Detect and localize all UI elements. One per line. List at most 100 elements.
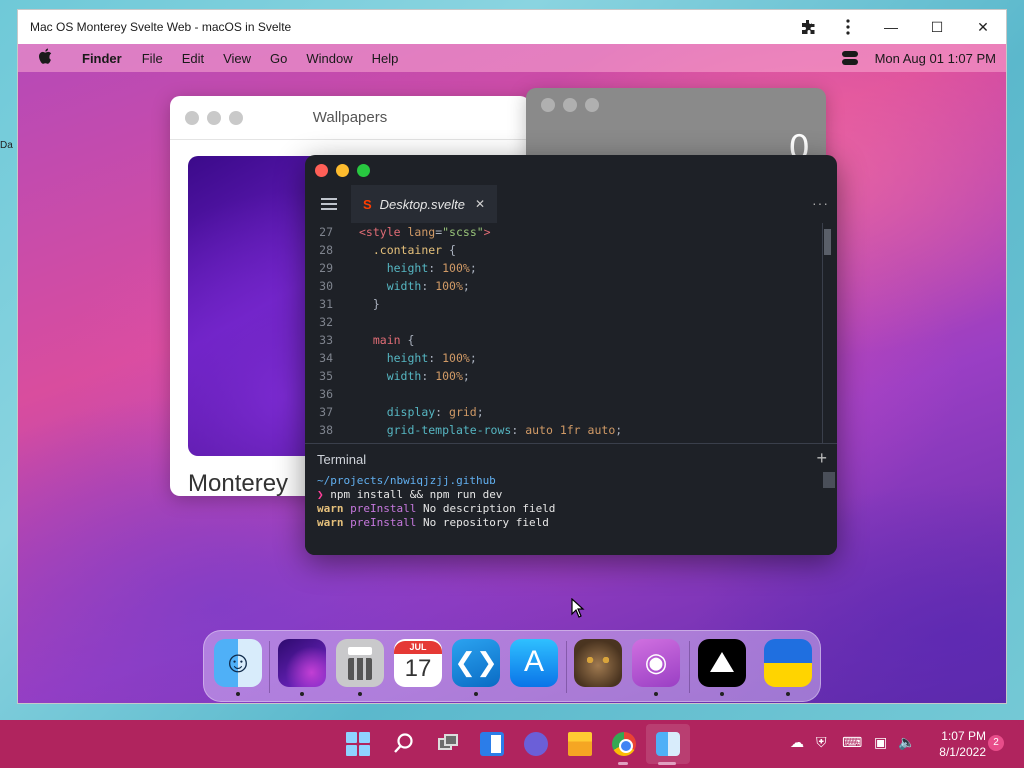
terminal-header: Terminal +	[305, 444, 837, 474]
zoom-dot-icon[interactable]	[585, 98, 599, 112]
apple-menu-icon[interactable]	[38, 48, 62, 68]
puzzle-icon[interactable]	[788, 10, 828, 44]
code-line[interactable]: 29 height: 100%;	[305, 259, 837, 277]
browser-window: Mac OS Monterey Svelte Web - macOS in Sv…	[18, 10, 1006, 703]
search-icon[interactable]	[392, 732, 416, 756]
terminal-panel[interactable]: Terminal + ~/projects/nbwiqjzjj.github ❯…	[305, 443, 837, 555]
dock-separator	[566, 641, 567, 693]
wallpapers-titlebar[interactable]: Wallpapers	[170, 96, 530, 140]
line-number: 30	[319, 279, 333, 293]
dock-finder-icon[interactable]: ☺	[214, 639, 262, 687]
dock-wallpapers-icon[interactable]	[278, 639, 326, 687]
menu-file[interactable]: File	[142, 51, 163, 66]
code-line[interactable]: 33 main {	[305, 331, 837, 349]
dock-vercel-icon[interactable]	[698, 639, 746, 687]
hamburger-menu-icon[interactable]	[321, 195, 337, 213]
dock-vscode-icon[interactable]: ❮❯	[452, 639, 500, 687]
running-indicator	[658, 762, 676, 765]
line-number: 29	[319, 261, 333, 275]
line-number: 33	[319, 333, 333, 347]
macos-app-icon[interactable]	[656, 732, 680, 756]
chrome-icon[interactable]	[612, 732, 636, 756]
code-text: width: 100%;	[386, 369, 470, 383]
dock-separator	[689, 641, 690, 693]
code-line[interactable]: 28 .container {	[305, 241, 837, 259]
dock-ukraine-flag-icon[interactable]	[764, 639, 812, 687]
more-icon[interactable]: ···	[812, 195, 829, 211]
menu-view[interactable]: View	[223, 51, 251, 66]
vscode-titlebar[interactable]	[305, 155, 837, 185]
code-line[interactable]: 30 width: 100%;	[305, 277, 837, 295]
running-indicator	[654, 692, 658, 696]
dock-separator	[269, 641, 270, 693]
dock-app-store-icon[interactable]: A	[510, 639, 558, 687]
dock: ☺ JUL 17 ❮❯ A ◉	[203, 630, 821, 702]
menu-edit[interactable]: Edit	[182, 51, 204, 66]
task-view-icon[interactable]	[436, 732, 460, 756]
code-line[interactable]: 27 <style lang="scss">	[305, 223, 837, 241]
host-desktop-icon[interactable]: Da	[0, 140, 18, 166]
line-number: 35	[319, 369, 333, 383]
close-dot-icon[interactable]	[541, 98, 555, 112]
defender-shield-icon[interactable]: ⛨	[816, 734, 827, 751]
minimize-dot-icon[interactable]	[563, 98, 577, 112]
editor-scrollbar[interactable]	[824, 229, 831, 255]
zoom-dot-icon[interactable]	[357, 163, 370, 177]
menu-go[interactable]: Go	[270, 51, 287, 66]
menubar: Finder File Edit View Go Window Help Mon…	[18, 44, 1006, 72]
close-icon[interactable]: ✕	[475, 197, 485, 211]
keyboard-icon[interactable]: ⌨	[842, 734, 862, 751]
widgets-icon[interactable]	[480, 732, 504, 756]
macos-desktop[interactable]: Finder File Edit View Go Window Help Mon…	[18, 44, 1006, 703]
menubar-clock[interactable]: Mon Aug 01 1:07 PM	[875, 51, 996, 66]
windows-start-icon[interactable]	[346, 732, 370, 756]
line-number: 38	[319, 423, 333, 437]
code-line[interactable]: 32	[305, 313, 837, 331]
display-icon[interactable]: ▣	[874, 734, 887, 751]
notification-badge[interactable]: 2	[988, 735, 1004, 751]
code-line[interactable]: 37 display: grid;	[305, 403, 837, 421]
code-text: width: 100%;	[386, 279, 470, 293]
plus-icon[interactable]: +	[816, 448, 827, 469]
running-indicator	[236, 692, 240, 696]
dock-calendar-icon[interactable]: JUL 17	[394, 639, 442, 687]
terminal-scrollbar[interactable]	[823, 472, 835, 488]
volume-icon[interactable]: 🔈	[898, 734, 915, 751]
file-explorer-icon[interactable]	[568, 732, 592, 756]
network-cloud-icon[interactable]: ☁	[790, 734, 804, 751]
menu-window[interactable]: Window	[306, 51, 352, 66]
dock-cat-photo-icon[interactable]	[574, 639, 622, 687]
dock-calculator-icon[interactable]	[336, 639, 384, 687]
menu-finder[interactable]: Finder	[82, 51, 122, 66]
mouse-cursor-icon	[571, 598, 585, 618]
minimize-button[interactable]: —	[868, 10, 914, 44]
code-line[interactable]: 31 }	[305, 295, 837, 313]
running-indicator	[720, 692, 724, 696]
code-line[interactable]: 38 grid-template-rows: auto 1fr auto;	[305, 421, 837, 439]
line-number: 32	[319, 315, 333, 329]
teams-chat-icon[interactable]	[524, 732, 548, 756]
windows-taskbar: ☁ ⛨ ⌨ ▣ 🔈 1:07 PM 8/1/2022	[0, 720, 1024, 768]
code-text: }	[359, 297, 380, 311]
tab-label: Desktop.svelte	[379, 196, 465, 212]
tab-desktop-svelte[interactable]: S Desktop.svelte ✕	[351, 185, 497, 223]
line-number: 28	[319, 243, 333, 257]
close-dot-icon[interactable]	[315, 163, 328, 177]
code-editor[interactable]: 27 <style lang="scss"> 28 .container {29 h…	[305, 223, 837, 443]
editor-ruler	[822, 223, 823, 443]
system-clock[interactable]: 1:07 PM 8/1/2022	[920, 728, 986, 760]
maximize-button[interactable]: ☐	[914, 10, 960, 44]
browser-titlebar: Mac OS Monterey Svelte Web - macOS in Sv…	[18, 10, 1006, 44]
code-line[interactable]: 35 width: 100%;	[305, 367, 837, 385]
vscode-window[interactable]: S Desktop.svelte ✕ ··· 27 <style lang="sc…	[305, 155, 837, 555]
code-line[interactable]: 34 height: 100%;	[305, 349, 837, 367]
line-number: 34	[319, 351, 333, 365]
code-line[interactable]: 36	[305, 385, 837, 403]
menu-help[interactable]: Help	[372, 51, 399, 66]
kebab-icon[interactable]	[828, 10, 868, 44]
close-button[interactable]: ✕	[960, 10, 1006, 44]
minimize-dot-icon[interactable]	[336, 163, 349, 177]
control-center-icon[interactable]	[841, 51, 859, 65]
dock-github-icon[interactable]: ◉	[632, 639, 680, 687]
